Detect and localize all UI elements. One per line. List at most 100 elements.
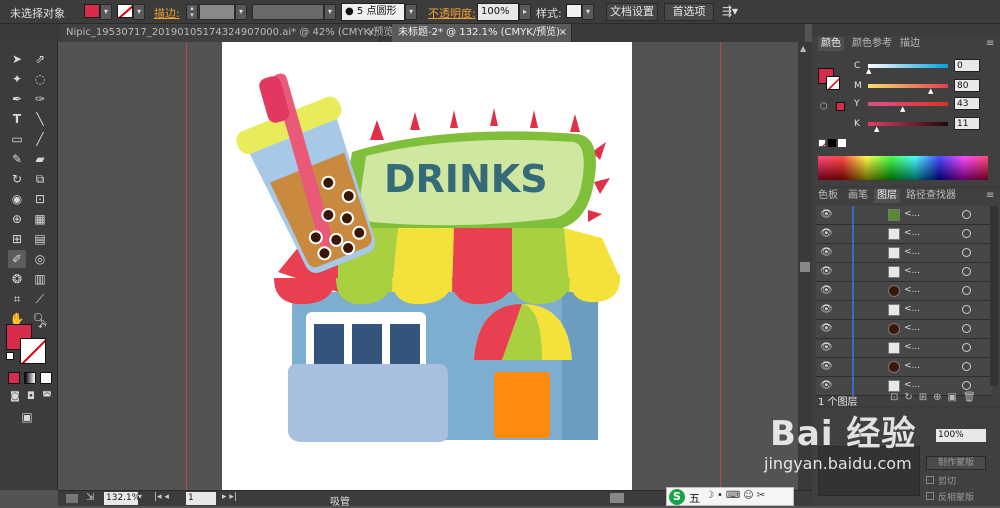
gradient-mode-icon[interactable] <box>24 372 36 384</box>
next-artboard-icon[interactable]: ▸ ▸| <box>222 492 237 502</box>
slider-thumb-icon[interactable]: ▲ <box>866 67 871 75</box>
scroll-thumb[interactable] <box>800 262 810 272</box>
graphic-style-swatch[interactable] <box>566 4 582 18</box>
channel-k-field[interactable]: 11 <box>954 117 980 130</box>
preferences-button[interactable]: 首选项 <box>664 3 714 21</box>
sogou-ime-icon[interactable]: S <box>669 489 685 505</box>
layer-actions-icons[interactable]: ⊡↻⊞⊕▣🗑︎ <box>890 392 982 403</box>
tab-layers[interactable]: 图层 <box>874 189 900 203</box>
slider-thumb-icon[interactable]: ▲ <box>900 105 905 113</box>
arrange-documents-icon[interactable]: ⇶▾ <box>722 4 738 18</box>
layer-name[interactable]: <... <box>904 304 920 314</box>
export-icon[interactable]: ⇲ <box>86 492 94 503</box>
blend-tool-icon[interactable]: ◎ <box>31 250 49 268</box>
layer-name[interactable]: <... <box>904 342 920 352</box>
zoom-field[interactable]: 132.1% <box>104 492 140 505</box>
target-icon[interactable] <box>962 248 971 257</box>
scroll-up-icon[interactable]: ▲ <box>800 44 806 53</box>
screen-mode-icon[interactable]: ▣ <box>18 408 36 426</box>
slider-thumb-icon[interactable]: ▲ <box>928 87 933 95</box>
eye-icon[interactable]: 👁︎ <box>820 342 833 353</box>
layer-name[interactable]: <... <box>904 209 920 219</box>
slider-thumb-icon[interactable]: ▲ <box>874 125 879 133</box>
ime-toolbar[interactable]: S 五 ☽•⌨︎☺✂ <box>666 487 794 506</box>
layer-row[interactable]: 👁︎ <... <box>816 263 992 282</box>
ime-mode[interactable]: 五 <box>689 490 700 506</box>
artboard-number-field[interactable]: 1 <box>186 492 216 505</box>
swap-fill-stroke-icon[interactable]: ↶ <box>38 322 46 333</box>
transparency-opacity-field[interactable]: 100% <box>936 429 986 442</box>
tab-color[interactable]: 颜色 <box>818 37 844 51</box>
lasso-icon[interactable]: ◌ <box>31 70 49 88</box>
close-icon[interactable]: × <box>559 24 567 41</box>
eye-icon[interactable]: 👁︎ <box>820 323 833 334</box>
layer-name[interactable]: <... <box>904 380 920 390</box>
color-panel-stroke-swatch[interactable] <box>826 76 840 90</box>
eye-icon[interactable]: 👁︎ <box>820 209 833 220</box>
pen-tool-icon[interactable]: ✒ <box>8 90 26 108</box>
target-icon[interactable] <box>962 324 971 333</box>
tab-color-guide[interactable]: 颜色参考 <box>852 37 892 51</box>
layer-row[interactable]: 👁︎ <... <box>816 225 992 244</box>
curvature-tool-icon[interactable]: ✑ <box>31 90 49 108</box>
none-color-icon[interactable] <box>818 139 826 147</box>
channel-k-slider[interactable] <box>868 122 948 126</box>
mesh-tool-icon[interactable]: ⊞ <box>8 230 26 248</box>
eye-icon[interactable]: 👁︎ <box>820 380 833 391</box>
tab-brushes[interactable]: 画笔 <box>848 189 868 203</box>
brush-definition[interactable]: ● 5 点圆形 <box>341 3 405 21</box>
stroke-none-swatch[interactable] <box>117 4 133 18</box>
layer-row[interactable]: 👁︎ <... <box>816 358 992 377</box>
rotate-tool-icon[interactable]: ↻ <box>8 170 26 188</box>
magic-wand-icon[interactable]: ✦ <box>8 70 26 88</box>
eye-icon[interactable]: 👁︎ <box>820 247 833 258</box>
draw-inside-icon[interactable]: ◚ <box>38 388 56 406</box>
eyedropper-icon[interactable]: ✐ <box>8 250 26 268</box>
free-transform-icon[interactable]: ⊡ <box>31 190 49 208</box>
target-icon[interactable] <box>962 286 971 295</box>
pencil-icon[interactable]: ✎ <box>8 150 26 168</box>
white-color-swatch[interactable] <box>838 139 846 147</box>
layer-row[interactable]: 👁︎ <... <box>816 282 992 301</box>
channel-c-field[interactable]: 0 <box>954 59 980 72</box>
layers-scrollbar[interactable] <box>990 206 998 386</box>
drinks-shop-illustration[interactable]: DRINKS <box>222 42 632 490</box>
column-graph-icon[interactable]: ▥ <box>31 270 49 288</box>
panel-menu-icon[interactable]: ≡ <box>986 190 994 201</box>
warp-tool-icon[interactable]: ◉ <box>8 190 26 208</box>
layer-row[interactable]: 👁︎ <... <box>816 339 992 358</box>
profile-dropdown[interactable]: ▾ <box>324 4 336 20</box>
artboard-tool-icon[interactable]: ⌗ <box>8 290 26 308</box>
channel-c-slider[interactable] <box>868 64 948 68</box>
layer-name[interactable]: <... <box>904 323 920 333</box>
rectangle-tool-icon[interactable]: ▭ <box>8 130 26 148</box>
style-dropdown[interactable]: ▾ <box>582 4 594 20</box>
stroke-weight-field[interactable] <box>199 4 235 20</box>
stroke-swatch[interactable] <box>20 338 46 364</box>
target-icon[interactable] <box>962 229 971 238</box>
target-icon[interactable] <box>962 267 971 276</box>
eye-icon[interactable]: 👁︎ <box>820 266 833 277</box>
stroke-weight-dropdown[interactable]: ▾ <box>235 4 247 20</box>
layer-name[interactable]: <... <box>904 228 920 238</box>
eye-icon[interactable]: 👁︎ <box>820 285 833 296</box>
layer-row[interactable]: 👁︎ <... <box>816 301 992 320</box>
color-mode-icon[interactable] <box>8 372 20 384</box>
none-mode-icon[interactable] <box>40 372 52 384</box>
eye-icon[interactable]: 👁︎ <box>820 361 833 372</box>
panel-menu-icon[interactable]: ≡ <box>986 38 994 49</box>
layer-name[interactable]: <... <box>904 361 920 371</box>
target-icon[interactable] <box>962 343 971 352</box>
gamut-color-swatch[interactable] <box>836 102 845 111</box>
type-tool-icon[interactable]: T <box>8 110 26 128</box>
tab-nipic-document[interactable]: Nipic_19530717_20190105174324907000.ai* … <box>60 24 397 42</box>
opacity-label[interactable]: 不透明度: <box>428 5 476 21</box>
perspective-grid-icon[interactable]: ▦ <box>31 210 49 228</box>
invert-mask-checkbox[interactable] <box>926 492 934 500</box>
stroke-stepper[interactable]: ▴ ▾ <box>186 4 198 20</box>
shape-builder-icon[interactable]: ⊕ <box>8 210 26 228</box>
layer-row[interactable]: 👁︎ <... <box>816 320 992 339</box>
layer-row[interactable]: 👁︎ <... <box>816 206 992 225</box>
default-colors-icon[interactable] <box>6 352 14 360</box>
tab-untitled-2[interactable]: 未标题-2* @ 132.1% (CMYK/预览) × <box>392 24 572 42</box>
